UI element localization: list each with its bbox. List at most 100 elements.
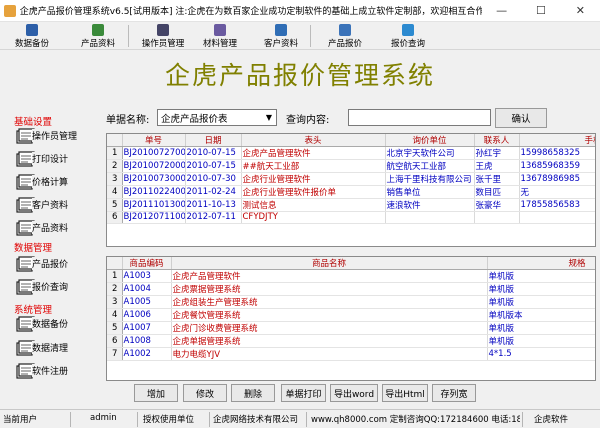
- table-row[interactable]: 5 A1007 企虎门诊收费管理系统 单机版: [107, 321, 595, 335]
- sidebar-item[interactable]: 数据备份: [16, 313, 94, 335]
- table-cell[interactable]: 上海千里科技有限公司: [385, 172, 475, 186]
- sidebar-item[interactable]: 价格计算: [16, 171, 94, 193]
- column-header[interactable]: 规格: [487, 257, 595, 270]
- sidebar-item[interactable]: 软件注册: [16, 360, 94, 382]
- table-row[interactable]: 1 A1003 企虎产品管理软件 单机版: [107, 269, 595, 283]
- table-cell[interactable]: 航空航天工业部: [385, 159, 475, 173]
- table-cell[interactable]: 2011-10-13: [185, 198, 242, 212]
- table-cell[interactable]: 企虎行业管理软件: [241, 172, 386, 186]
- table-cell[interactable]: 速浪软件: [385, 198, 475, 212]
- table-row[interactable]: 5 BJ2011101300 2011-10-13 测试信息 速浪软件 张豪华 178558…: [107, 198, 595, 212]
- export-word-button[interactable]: 导出word: [330, 384, 378, 402]
- table-cell[interactable]: ##航天工业部: [241, 159, 386, 173]
- table-cell[interactable]: 单机版: [487, 321, 595, 335]
- table-cell[interactable]: 单机版本: [487, 308, 595, 322]
- delete-button[interactable]: 删除: [231, 384, 275, 402]
- table-row[interactable]: 2 BJ2010072000 2010-07-15 ##航天工业部 航空航天工业部 王虎 1…: [107, 159, 595, 173]
- search-input[interactable]: [348, 109, 491, 126]
- table-cell[interactable]: 企虎票据管理系统: [171, 282, 488, 296]
- table-cell[interactable]: 4*1.5: [487, 347, 595, 361]
- toolbar-button-customer[interactable]: 客户资料: [256, 24, 306, 49]
- table-cell[interactable]: 无: [519, 185, 595, 199]
- column-header[interactable]: 询价单位: [385, 134, 475, 147]
- table-cell[interactable]: 孙红宇: [474, 146, 520, 160]
- table-cell[interactable]: 单机版: [487, 282, 595, 296]
- table-cell[interactable]: 17855856583: [519, 198, 595, 212]
- add-button[interactable]: 增加: [134, 384, 178, 402]
- maximize-button[interactable]: ☐: [521, 0, 560, 22]
- column-header[interactable]: 单号: [122, 134, 186, 147]
- table-cell[interactable]: A1006: [122, 308, 172, 322]
- doc-name-select[interactable]: 企虎产品报价表 ▼: [157, 109, 277, 126]
- table-cell[interactable]: 企虎餐饮管理系统: [171, 308, 488, 322]
- export-html-button[interactable]: 导出Html: [382, 384, 428, 402]
- toolbar-button-query[interactable]: 报价查询: [382, 24, 434, 49]
- table-cell[interactable]: 测试信息: [241, 198, 386, 212]
- column-header[interactable]: 商品编码: [122, 257, 172, 270]
- toolbar-button-chart[interactable]: 产品资料: [72, 24, 124, 49]
- table-cell[interactable]: A1007: [122, 321, 172, 335]
- toolbar-button-quote[interactable]: 产品报价: [322, 24, 368, 49]
- table-cell[interactable]: 张豪华: [474, 198, 520, 212]
- chevron-down-icon[interactable]: ▼: [262, 110, 276, 125]
- table-row[interactable]: 6 BJ2012071100 2012-07-11 CFYDJTY: [107, 211, 595, 224]
- table-cell[interactable]: 企虎组装生产管理系统: [171, 295, 488, 309]
- sidebar-item[interactable]: 报价查询: [16, 276, 94, 298]
- table-cell[interactable]: A1005: [122, 295, 172, 309]
- table-row[interactable]: 7 A1002 电力电缆YJV 4*1.5: [107, 347, 595, 361]
- table-cell[interactable]: [519, 211, 595, 224]
- table-cell[interactable]: 企虎产品管理软件: [171, 269, 488, 283]
- table-cell[interactable]: 电力电缆YJV: [171, 347, 488, 361]
- table-cell[interactable]: 单机版: [487, 334, 595, 348]
- column-header[interactable]: 表头: [241, 134, 386, 147]
- products-grid[interactable]: 商品编码 商品名称 规格 1 A1003 企虎产品管理软件 单机版 2 A1004 企虎票据管理…: [106, 256, 596, 381]
- toolbar-button-disk[interactable]: 数据备份: [8, 24, 56, 49]
- table-cell[interactable]: [474, 211, 520, 224]
- table-row[interactable]: 1 BJ2010072700 2010-07-15 企虎产品管理软件 北京宇天软件公司孙…: [107, 146, 595, 160]
- sidebar-item[interactable]: 打印设计: [16, 148, 94, 170]
- table-cell[interactable]: BJ2011101300: [122, 198, 186, 212]
- toolbar-button-users[interactable]: 操作员管理: [134, 24, 192, 49]
- sidebar-item[interactable]: 产品报价: [16, 253, 94, 275]
- sidebar-item[interactable]: 客户资料: [16, 194, 94, 216]
- sidebar-item[interactable]: 数据清理: [16, 337, 94, 359]
- table-cell[interactable]: CFYDJTY: [241, 211, 386, 224]
- table-cell[interactable]: 单机版: [487, 295, 595, 309]
- table-cell[interactable]: 2010-07-15: [185, 159, 242, 173]
- table-cell[interactable]: BJ2012071100: [122, 211, 186, 224]
- table-cell[interactable]: 数目匹: [474, 185, 520, 199]
- table-cell[interactable]: A1002: [122, 347, 172, 361]
- table-row[interactable]: 3 A1005 企虎组装生产管理系统 单机版: [107, 295, 595, 309]
- table-cell[interactable]: 2010-07-30: [185, 172, 242, 186]
- table-cell[interactable]: 企虎门诊收费管理系统: [171, 321, 488, 335]
- table-cell[interactable]: 王虎: [474, 159, 520, 173]
- table-cell[interactable]: [385, 211, 475, 224]
- column-header[interactable]: 日期: [185, 134, 242, 147]
- column-header[interactable]: 商品名称: [171, 257, 488, 270]
- table-row[interactable]: 3 BJ2010073000 2010-07-30 企虎行业管理软件 上海千里科技有限公…: [107, 172, 595, 186]
- edit-button[interactable]: 修改: [183, 384, 227, 402]
- table-cell[interactable]: 13678986985: [519, 172, 595, 186]
- table-cell[interactable]: 15998658325: [519, 146, 595, 160]
- save-column-width-button[interactable]: 存列宽: [432, 384, 476, 402]
- table-cell[interactable]: BJ2010072000: [122, 159, 186, 173]
- table-cell[interactable]: A1004: [122, 282, 172, 296]
- table-cell[interactable]: BJ2010072700: [122, 146, 186, 160]
- table-cell[interactable]: 2012-07-11: [185, 211, 242, 224]
- table-cell[interactable]: 销售单位: [385, 185, 475, 199]
- column-header[interactable]: 联系人: [474, 134, 520, 147]
- confirm-button[interactable]: 确认: [495, 108, 547, 128]
- table-row[interactable]: 4 A1006 企虎餐饮管理系统 单机版本: [107, 308, 595, 322]
- table-row[interactable]: 6 A1008 企虎单据管理系统 单机版: [107, 334, 595, 348]
- sidebar-item[interactable]: 产品资料: [16, 217, 94, 239]
- table-cell[interactable]: 单机版: [487, 269, 595, 283]
- table-cell[interactable]: 2011-02-24: [185, 185, 242, 199]
- toolbar-button-materials[interactable]: 材料管理: [196, 24, 244, 49]
- sidebar-item[interactable]: 操作员管理: [16, 125, 94, 147]
- print-button[interactable]: 单据打印: [281, 384, 326, 402]
- table-cell[interactable]: 张千里: [474, 172, 520, 186]
- table-cell[interactable]: A1003: [122, 269, 172, 283]
- table-cell[interactable]: A1008: [122, 334, 172, 348]
- quotes-grid[interactable]: 单号日期表头询价单位联系人手机 1BJ20100727002010-07-15企…: [106, 133, 596, 247]
- table-row[interactable]: 4 BJ2011022400 2011-02-24 企虎行业管理软件报价单 销售单位 数目…: [107, 185, 595, 199]
